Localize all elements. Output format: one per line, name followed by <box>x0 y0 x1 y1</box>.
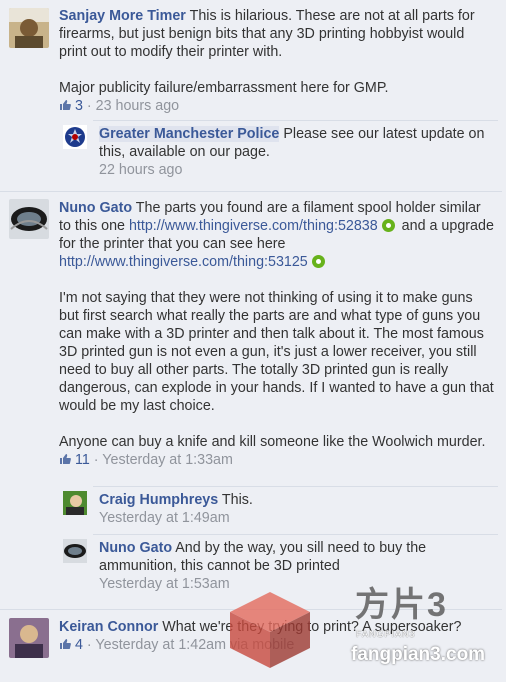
author-name[interactable]: Keiran Connor <box>59 619 158 635</box>
thumbs-up-icon[interactable] <box>59 453 71 465</box>
police-crest-icon[interactable] <box>63 125 87 149</box>
author-name[interactable]: Greater Manchester Police <box>99 126 280 142</box>
meta-separator: · <box>82 98 96 114</box>
comment-meta: 3 · 23 hours ago <box>59 97 496 115</box>
avatar[interactable] <box>9 8 49 48</box>
comment-nuno: Nuno Gato The parts you found are a fila… <box>0 199 502 609</box>
like-count[interactable]: 11 <box>75 452 90 468</box>
reply-text: Craig Humphreys This. <box>99 491 494 509</box>
comment-body-2: Major publicity failure/embarrassment he… <box>59 80 389 96</box>
thingiverse-link-2[interactable]: http://www.thingiverse.com/thing:53125 <box>59 254 308 270</box>
thumbs-up-icon[interactable] <box>59 99 71 111</box>
thingiverse-link-1[interactable]: http://www.thingiverse.com/thing:52838 <box>129 218 378 234</box>
timestamp[interactable]: Yesterday at 1:33am <box>102 452 233 468</box>
avatar[interactable] <box>9 199 49 239</box>
comment-sanjay: Sanjay More Timer This is hilarious. The… <box>0 7 502 187</box>
reply-craig: Craig Humphreys This. Yesterday at 1:49a… <box>63 486 498 535</box>
watermark-site: fangpian3.com <box>351 644 486 665</box>
author-name[interactable]: Sanjay More Timer <box>59 8 186 24</box>
timestamp[interactable]: 23 hours ago <box>96 98 179 114</box>
like-count[interactable]: 3 <box>75 98 83 114</box>
comment-text: Nuno Gato The parts you found are a fila… <box>59 199 496 271</box>
thumbs-up-icon[interactable] <box>59 638 71 650</box>
avatar[interactable] <box>63 539 87 563</box>
reply-text: Greater Manchester Police Please see our… <box>99 125 494 161</box>
comment-body-2: I'm not saying that they were not thinki… <box>59 290 494 414</box>
avatar[interactable] <box>9 618 49 658</box>
comment-text: Sanjay More Timer This is hilarious. The… <box>59 7 496 61</box>
watermark-sub: FANGPIAN3 <box>356 629 416 639</box>
author-name[interactable]: Nuno Gato <box>59 200 132 216</box>
reply-gmp: Greater Manchester Police Please see our… <box>63 120 498 183</box>
watermark-logo-text: 方片3 <box>355 586 448 624</box>
meta-separator: · <box>82 637 96 653</box>
comment-meta: 11 · Yesterday at 1:33am <box>59 451 496 469</box>
divider <box>0 191 502 192</box>
link-preview-icon[interactable] <box>381 219 395 232</box>
link-preview-icon[interactable] <box>311 255 325 268</box>
comment-body-3: Anyone can buy a knife and kill someone … <box>59 434 486 450</box>
timestamp[interactable]: Yesterday at 1:49am <box>99 509 494 527</box>
like-count[interactable]: 4 <box>75 637 83 653</box>
reply-text: Nuno Gato And by the way, you sill need … <box>99 539 494 575</box>
author-name[interactable]: Nuno Gato <box>99 540 172 556</box>
timestamp[interactable]: 22 hours ago <box>99 161 494 179</box>
reply-body: This. <box>218 492 253 508</box>
avatar[interactable] <box>63 491 87 515</box>
author-name[interactable]: Craig Humphreys <box>99 492 218 508</box>
meta-separator: · <box>89 452 103 468</box>
